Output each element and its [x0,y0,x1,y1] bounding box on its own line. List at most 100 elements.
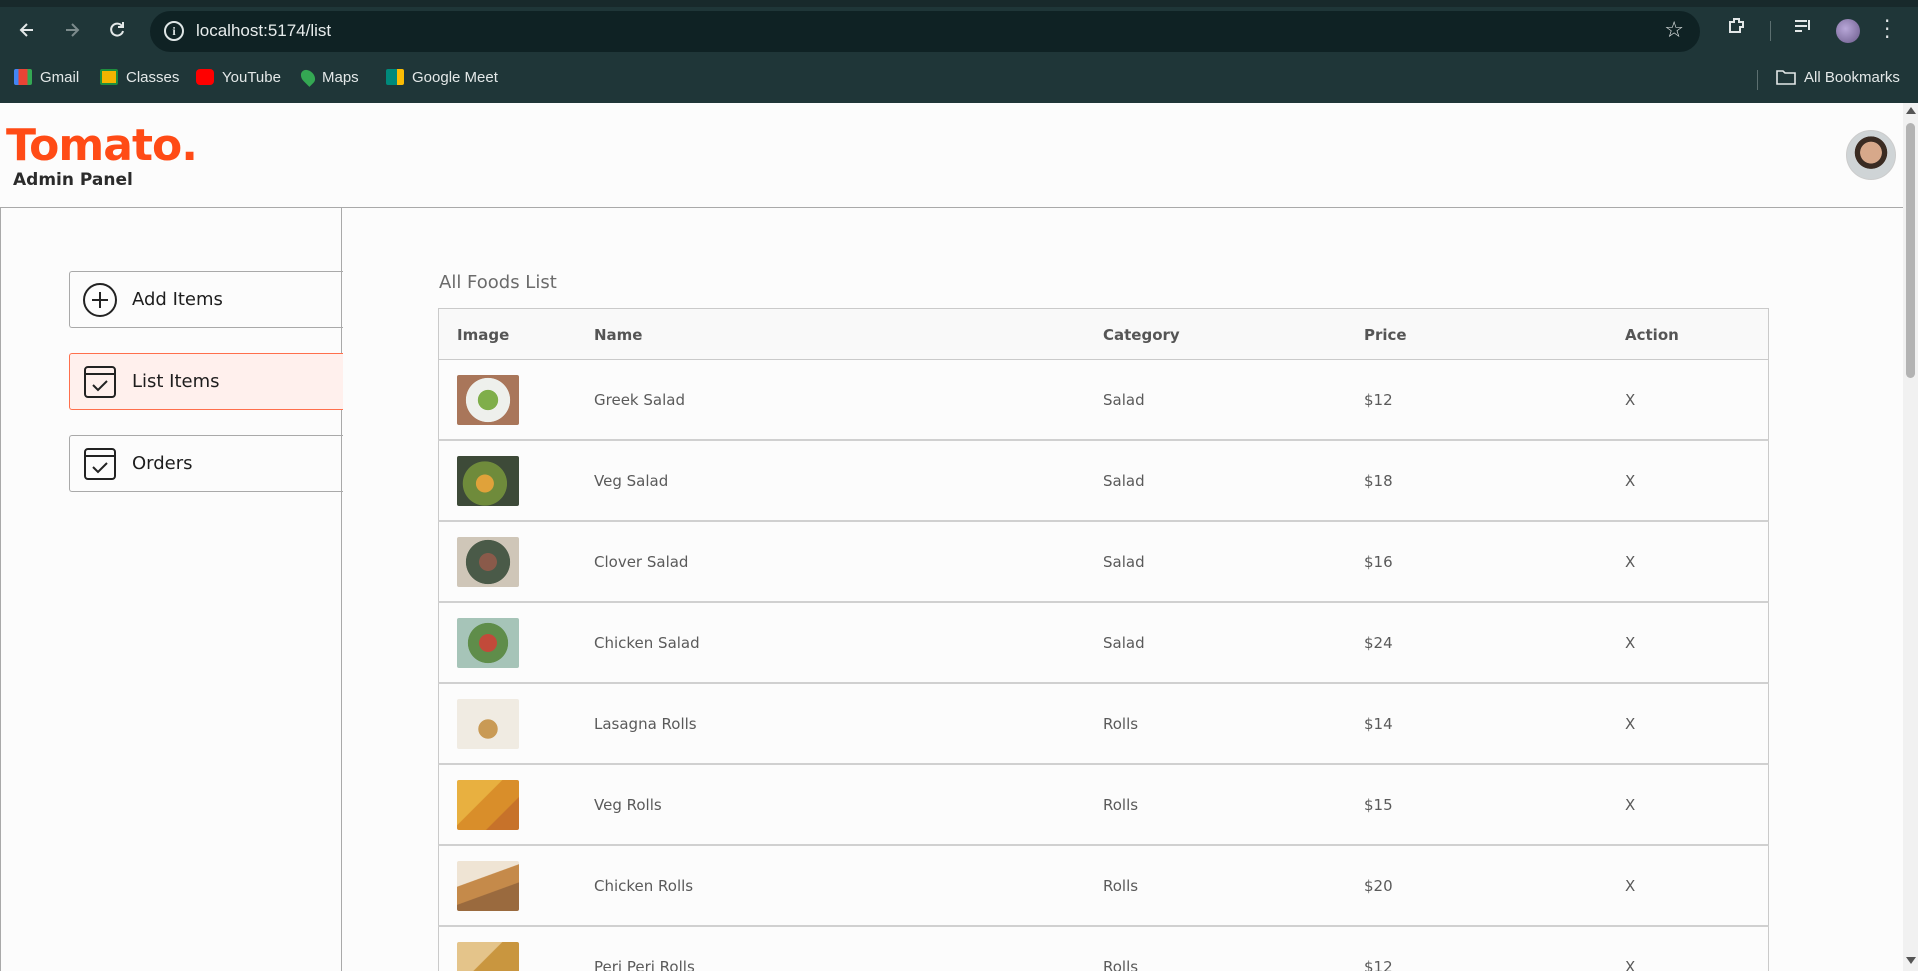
checklist-icon [82,364,118,400]
table-row: Veg Rolls Rolls $15 X [438,765,1769,846]
sidebar-item-orders[interactable]: Orders [69,435,343,492]
food-price: $18 [1364,472,1393,490]
food-category: Salad [1103,391,1145,409]
table-header-row: Image Name Category Price Action [438,308,1769,360]
food-price: $12 [1364,958,1393,971]
back-button[interactable] [10,13,44,47]
browser-toolbar: i localhost:5174/list ☆ · · · [0,7,1918,53]
food-price: $16 [1364,553,1393,571]
browser-chrome: i localhost:5174/list ☆ · · · Gmail Classe… [0,0,1918,103]
maps-icon [298,67,318,87]
food-price: $15 [1364,796,1393,814]
tab-strip [0,0,1918,7]
column-header-price: Price [1364,326,1407,344]
browser-menu-icon[interactable]: · · · [1884,11,1890,47]
bookmark-youtube[interactable]: YouTube [196,64,281,90]
main-content: All Foods List Image Name Category Price… [342,208,1898,971]
reload-button[interactable] [100,13,134,47]
bookmarks-divider [1757,70,1758,90]
sidebar-item-label: Orders [132,453,193,474]
remove-item-button[interactable]: X [1625,796,1635,814]
profile-avatar[interactable] [1846,130,1896,180]
food-list-table: Image Name Category Price Action Greek S… [438,308,1769,971]
bookmark-label: Gmail [40,68,80,86]
bookmark-gmail[interactable]: Gmail [14,64,79,90]
scroll-up-arrow-icon[interactable] [1906,107,1916,114]
folder-icon [1776,70,1796,85]
scrollbar-thumb[interactable] [1906,123,1915,378]
reload-icon [110,22,124,37]
table-row: Peri Peri Rolls Rolls $12 X [438,927,1769,971]
food-image [457,618,519,668]
remove-item-button[interactable]: X [1625,472,1635,490]
classes-icon [100,69,118,85]
table-row: Clover Salad Salad $16 X [438,522,1769,603]
column-header-image: Image [457,326,510,344]
url-text[interactable]: localhost:5174/list [196,21,331,41]
food-price: $20 [1364,877,1393,895]
food-category: Salad [1103,472,1145,490]
food-category: Salad [1103,634,1145,652]
address-bar[interactable]: i localhost:5174/list ☆ [150,11,1700,52]
checklist-icon [82,446,118,482]
extensions-icon[interactable] [1722,15,1752,45]
table-row: Chicken Salad Salad $24 X [438,603,1769,684]
browser-profile-avatar[interactable] [1836,19,1860,43]
remove-item-button[interactable]: X [1625,553,1635,571]
brand-logo[interactable]: Tomato. [6,120,198,171]
remove-item-button[interactable]: X [1625,715,1635,733]
sidebar-item-list-items[interactable]: List Items [69,353,343,410]
bookmark-star-icon[interactable]: ☆ [1664,18,1684,43]
bookmark-google-meet[interactable]: Google Meet [386,64,498,90]
food-image [457,861,519,911]
food-category: Salad [1103,553,1145,571]
food-image [457,537,519,587]
food-image [457,375,519,425]
admin-panel-label: Admin Panel [13,170,133,190]
sidebar-item-label: Add Items [132,289,223,310]
food-name: Chicken Rolls [594,877,694,895]
food-image [457,780,519,830]
food-image [457,942,519,971]
table-row: Lasagna Rolls Rolls $14 X [438,684,1769,765]
bookmark-label: Classes [126,68,180,86]
media-queue-icon[interactable] [1788,15,1818,45]
food-category: Rolls [1103,958,1139,971]
food-name: Greek Salad [594,391,685,409]
food-image [457,456,519,506]
sidebar-item-add-items[interactable]: Add Items [69,271,343,328]
table-row: Veg Salad Salad $18 X [438,441,1769,522]
youtube-icon [196,69,214,85]
food-category: Rolls [1103,715,1139,733]
food-category: Rolls [1103,877,1139,895]
all-bookmarks-button[interactable]: All Bookmarks [1776,64,1900,90]
table-row: Chicken Rolls Rolls $20 X [438,846,1769,927]
food-image [457,699,519,749]
all-bookmarks-label: All Bookmarks [1804,68,1900,86]
bookmarks-bar: Gmail Classes YouTube Maps Google Meet A… [0,60,1918,94]
remove-item-button[interactable]: X [1625,958,1635,971]
page-scrollbar[interactable] [1903,103,1918,971]
bookmark-maps[interactable]: Maps [298,64,359,90]
food-name: Clover Salad [594,553,689,571]
food-category: Rolls [1103,796,1139,814]
arrow-left-icon [19,23,33,37]
remove-item-button[interactable]: X [1625,391,1635,409]
gmail-icon [14,69,32,85]
page-title: All Foods List [439,272,557,293]
food-name: Lasagna Rolls [594,715,697,733]
remove-item-button[interactable]: X [1625,634,1635,652]
food-price: $14 [1364,715,1393,733]
add-circle-icon [82,282,118,318]
food-name: Chicken Salad [594,634,700,652]
table-row: Greek Salad Salad $12 X [438,360,1769,441]
site-info-icon[interactable]: i [164,21,184,41]
arrow-right-icon [66,23,80,37]
remove-item-button[interactable]: X [1625,877,1635,895]
bookmark-classes[interactable]: Classes [100,64,179,90]
scroll-down-arrow-icon[interactable] [1906,957,1916,964]
food-name: Peri Peri Rolls [594,958,695,971]
column-header-category: Category [1103,326,1180,344]
forward-button[interactable] [55,13,89,47]
sidebar-item-label: List Items [132,371,220,392]
